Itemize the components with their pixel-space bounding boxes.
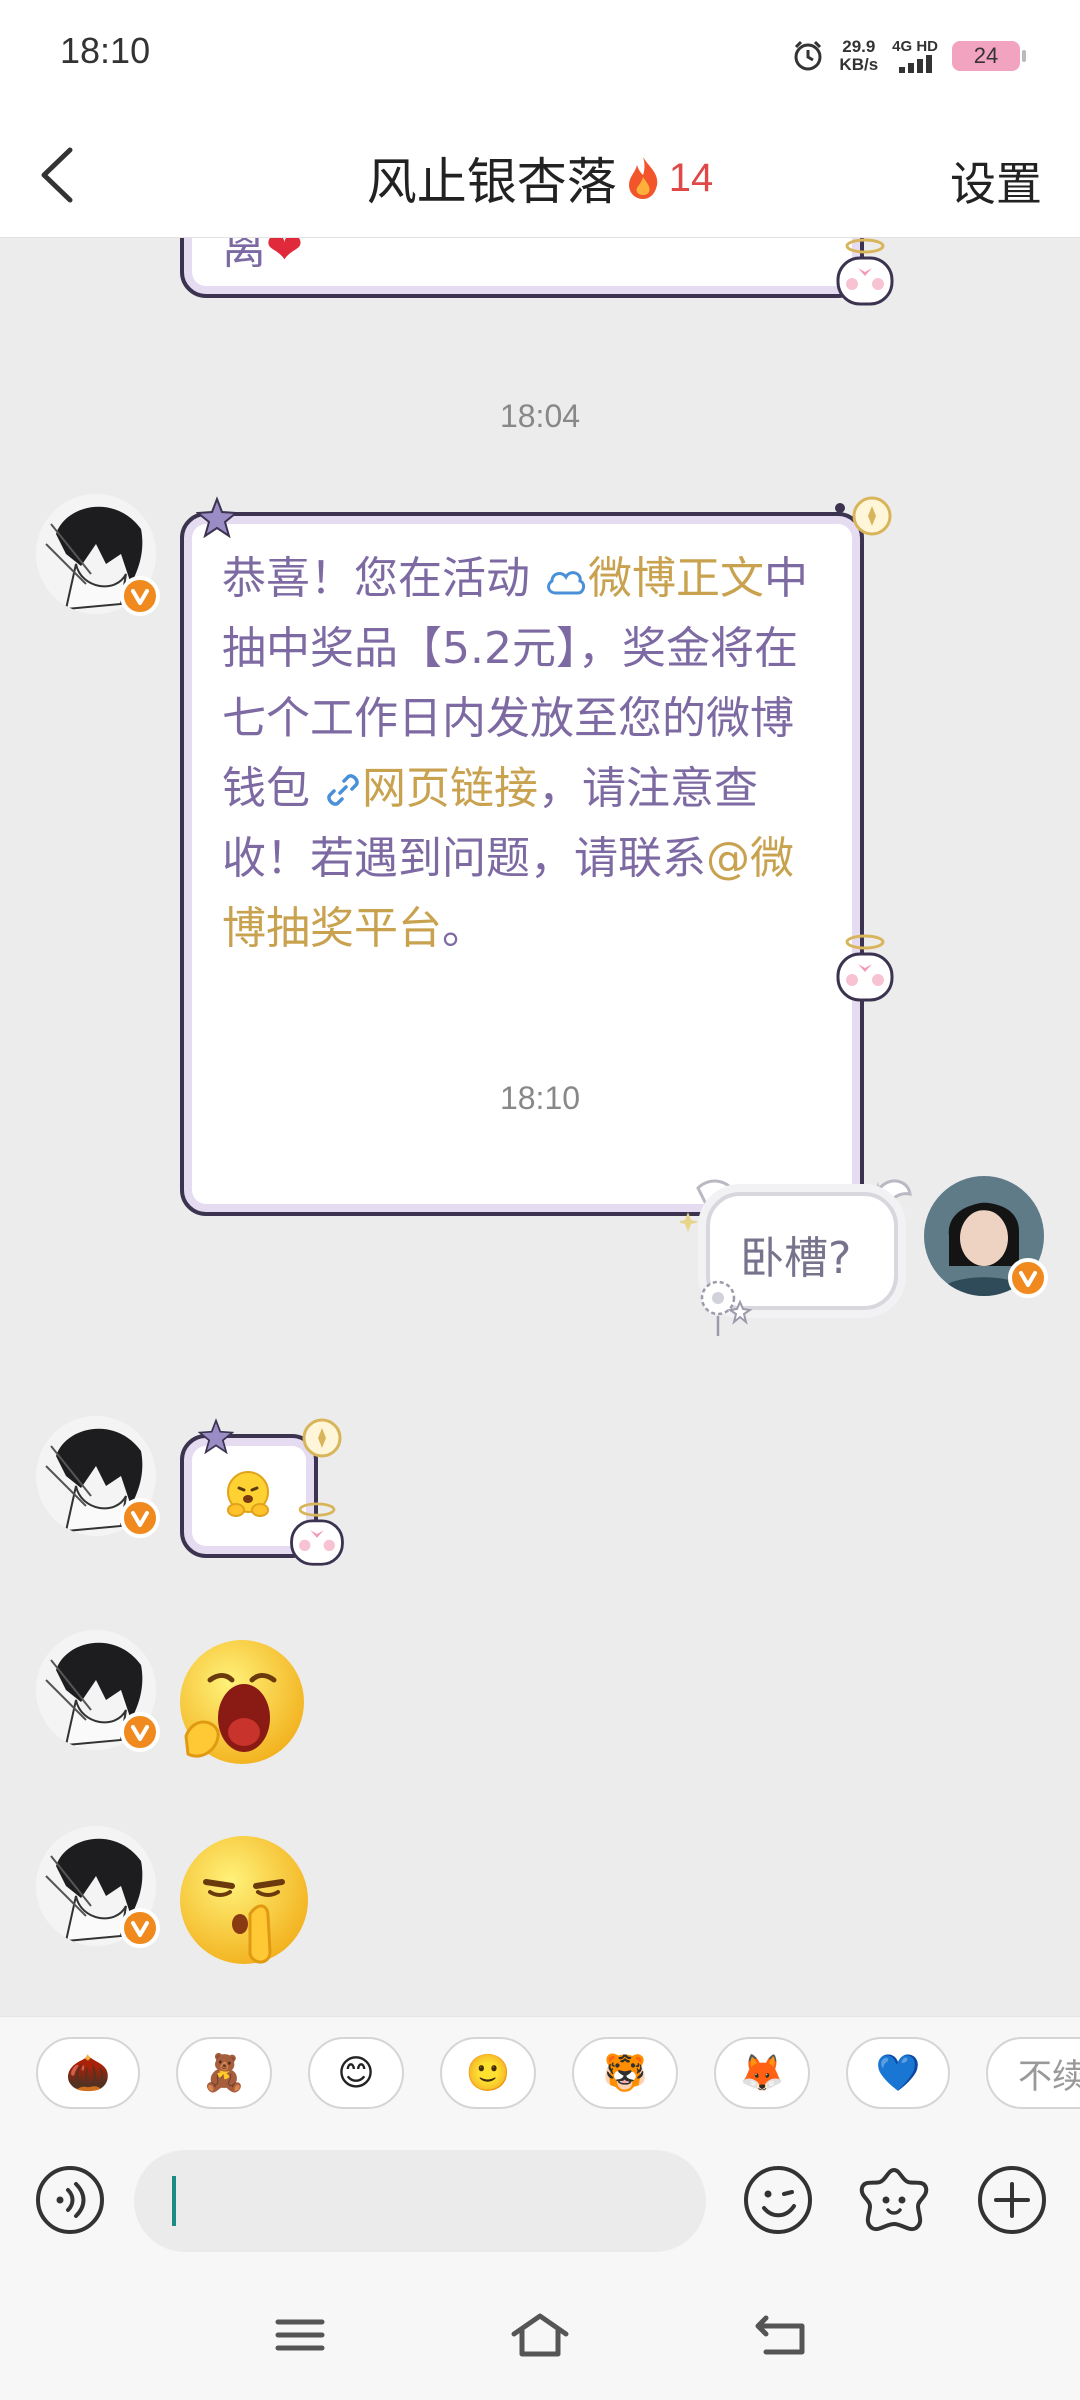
chat-header: 风止银杏落 14 设置 bbox=[0, 112, 1080, 238]
fire-icon bbox=[628, 157, 658, 199]
signal-indicator: 4G HD bbox=[892, 39, 938, 73]
partner-avatar[interactable] bbox=[36, 1630, 160, 1752]
my-avatar[interactable] bbox=[924, 1176, 1048, 1298]
quick-reaction-bar[interactable]: 🌰 🧸 😊 🙂 🐯 🦊 💙 不续 bbox=[0, 2016, 1080, 2134]
verified-badge-icon bbox=[120, 1908, 160, 1948]
star-sticker-icon bbox=[198, 1418, 234, 1454]
quick-reaction-tiger[interactable]: 🐯 bbox=[572, 2037, 678, 2109]
emoji-button[interactable] bbox=[742, 2164, 814, 2236]
link-icon bbox=[327, 774, 359, 806]
partner-avatar[interactable] bbox=[36, 494, 160, 616]
lottery-message-text: 恭喜！您在活动 微博正文中抽中奖品【5.2元】，奖金将在七个工作日内发放至您的微… bbox=[222, 553, 808, 954]
more-options-button[interactable] bbox=[976, 2164, 1048, 2236]
menu-nav-button[interactable] bbox=[270, 2310, 330, 2360]
verified-badge-icon bbox=[1008, 1258, 1048, 1298]
star-sticker-icon bbox=[196, 496, 238, 538]
partial-message-text: 离❤ bbox=[222, 238, 303, 274]
chat-message-list[interactable]: 离❤ 18:04 恭喜！您在活动 微博正文中抽中奖品【5.2元】，奖金将在七个工… bbox=[0, 238, 1080, 2016]
message-timestamp: 18:04 bbox=[499, 398, 581, 434]
alarm-icon bbox=[794, 40, 822, 71]
bunny-sticker-icon bbox=[836, 934, 894, 1002]
back-nav-button[interactable] bbox=[752, 2310, 812, 2360]
input-bar bbox=[0, 2134, 1080, 2268]
title-group: 风止银杏落 14 bbox=[0, 142, 1080, 214]
system-navigation-bar bbox=[0, 2268, 1080, 2400]
text-caret bbox=[172, 2176, 176, 2226]
hug-emoji-icon bbox=[227, 1471, 269, 1517]
quick-reaction-blue-heart[interactable]: 💙 bbox=[846, 2037, 950, 2109]
signal-label: 4G HD bbox=[892, 38, 938, 55]
heart-icon: ❤ bbox=[266, 238, 303, 274]
streak-count: 14 bbox=[668, 155, 714, 200]
bunny-sticker-icon bbox=[836, 238, 894, 306]
weibo-post-link[interactable]: 微博正文 bbox=[588, 553, 764, 604]
verified-badge-icon bbox=[120, 1498, 160, 1538]
status-time: 18:10 bbox=[60, 30, 151, 71]
quick-reaction-face-a[interactable]: 😊 bbox=[308, 2037, 404, 2109]
partner-avatar[interactable] bbox=[36, 1416, 160, 1538]
quick-reaction-bear[interactable]: 🧸 bbox=[176, 2037, 272, 2109]
quick-reaction-face-b[interactable]: 🙂 bbox=[440, 2037, 536, 2109]
quick-reaction-more-text: 不续 bbox=[1018, 2056, 1080, 2097]
my-message-text: 卧槽? bbox=[740, 1233, 852, 1284]
coin-sticker-icon bbox=[835, 496, 892, 536]
yawn-emoji-icon[interactable] bbox=[174, 1636, 310, 1772]
web-link[interactable]: 网页链接 bbox=[362, 763, 538, 814]
message-timestamp: 18:10 bbox=[499, 1080, 581, 1116]
lace-flower-sticker-icon bbox=[700, 1280, 753, 1336]
network-speed-unit: KB/s bbox=[839, 55, 879, 74]
signal-bars-icon bbox=[898, 55, 932, 73]
shush-emoji-icon[interactable] bbox=[174, 1832, 314, 1972]
quick-reaction-more[interactable]: 不续 bbox=[986, 2037, 1080, 2109]
network-speed-value: 29.9 bbox=[842, 37, 876, 56]
partner-avatar[interactable] bbox=[36, 1826, 160, 1948]
battery-indicator: 24 bbox=[952, 41, 1026, 71]
status-bar: 18:10 29.9 KB/s 4G HD 24 bbox=[0, 0, 1080, 112]
settings-button[interactable]: 设置 bbox=[950, 148, 1042, 214]
quick-reaction-chestnut[interactable]: 🌰 bbox=[36, 2037, 140, 2109]
message-input[interactable] bbox=[134, 2150, 706, 2252]
verified-badge-icon bbox=[120, 576, 160, 616]
quick-reaction-fox[interactable]: 🦊 bbox=[714, 2037, 810, 2109]
sticker-button[interactable] bbox=[858, 2164, 930, 2236]
verified-badge-icon bbox=[120, 1712, 160, 1752]
voice-input-button[interactable] bbox=[34, 2164, 106, 2236]
weibo-cloud-icon bbox=[547, 571, 586, 595]
bunny-sticker-icon bbox=[290, 1502, 344, 1566]
network-speed: 29.9 KB/s bbox=[839, 38, 878, 74]
coin-sticker-icon bbox=[302, 1418, 342, 1458]
chat-title: 风止银杏落 bbox=[366, 153, 617, 211]
home-nav-button[interactable] bbox=[510, 2310, 570, 2360]
status-icons: 29.9 KB/s 4G HD 24 bbox=[791, 36, 1026, 76]
